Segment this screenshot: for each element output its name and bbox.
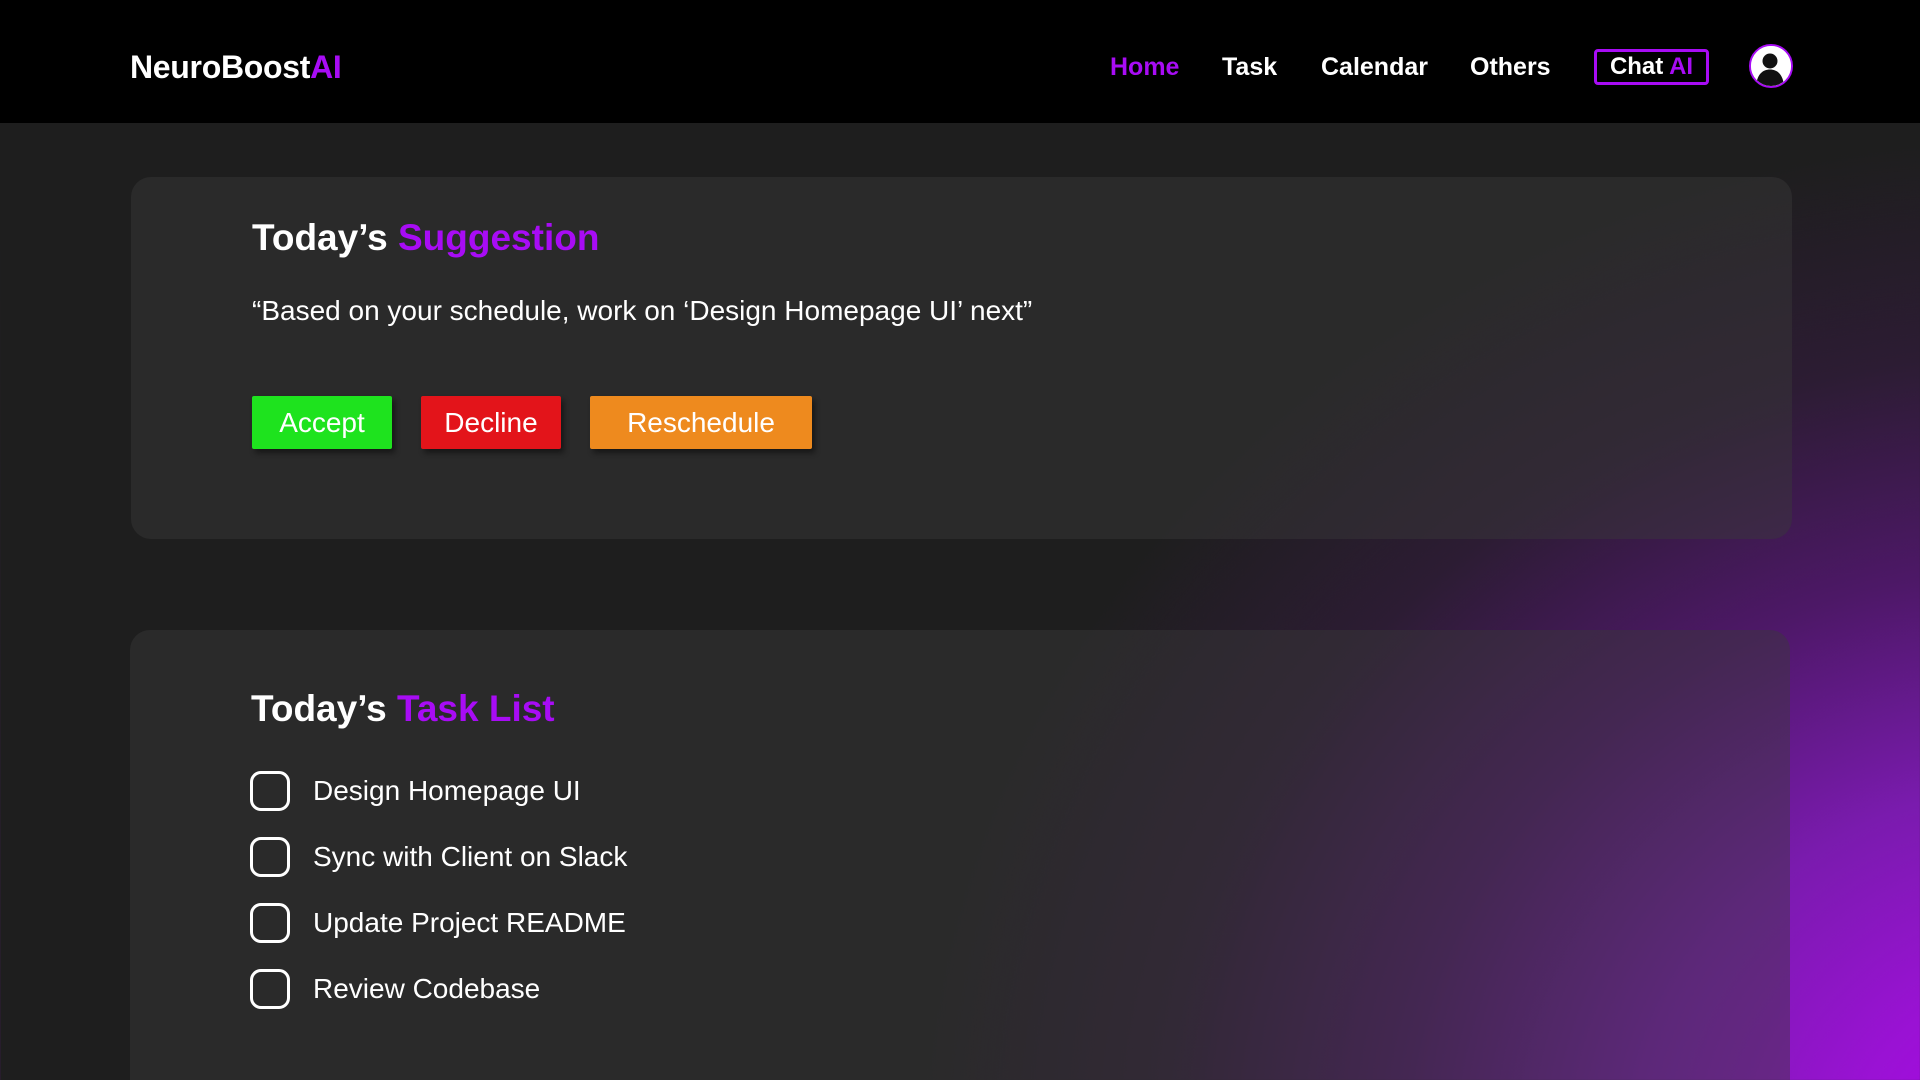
task-list-heading: Today’s Task List bbox=[251, 687, 555, 731]
accept-button[interactable]: Accept bbox=[252, 396, 392, 449]
nav-link-task[interactable]: Task bbox=[1222, 50, 1277, 84]
task-checkbox[interactable] bbox=[250, 771, 290, 811]
task-checkbox[interactable] bbox=[250, 837, 290, 877]
task-list-heading-main: Today’s bbox=[251, 688, 387, 729]
nav-link-home[interactable]: Home bbox=[1110, 50, 1179, 84]
reschedule-button[interactable]: Reschedule bbox=[590, 396, 812, 449]
task-list-heading-accent: Task List bbox=[396, 688, 555, 729]
top-navigation-bar: NeuroBoostAI Home Task Calendar Others C… bbox=[0, 0, 1920, 123]
suggestion-heading-accent: Suggestion bbox=[397, 217, 600, 258]
task-checkbox[interactable] bbox=[250, 903, 290, 943]
user-silhouette-icon bbox=[1751, 46, 1791, 86]
suggestion-heading: Today’s Suggestion bbox=[252, 216, 599, 260]
user-avatar-icon[interactable] bbox=[1749, 44, 1793, 88]
task-label: Sync with Client on Slack bbox=[313, 841, 628, 872]
task-label: Update Project README bbox=[313, 907, 626, 938]
task-label: Review Codebase bbox=[313, 973, 541, 1004]
logo-main-text: NeuroBoost bbox=[130, 49, 311, 85]
app-logo[interactable]: NeuroBoostAI bbox=[130, 48, 342, 86]
chat-ai-button[interactable]: Chat AI bbox=[1594, 49, 1709, 85]
task-checkbox[interactable] bbox=[250, 969, 290, 1009]
chat-button-label: Chat bbox=[1609, 53, 1664, 80]
suggestion-text: “Based on your schedule, work on ‘Design… bbox=[252, 295, 1033, 326]
task-label: Design Homepage UI bbox=[313, 775, 581, 806]
chat-button-accent: AI bbox=[1669, 53, 1694, 80]
suggestion-heading-main: Today’s bbox=[252, 217, 388, 258]
decline-button[interactable]: Decline bbox=[421, 396, 561, 449]
logo-accent-text: AI bbox=[310, 49, 342, 85]
nav-link-others[interactable]: Others bbox=[1470, 50, 1551, 84]
nav-link-calendar[interactable]: Calendar bbox=[1321, 50, 1428, 84]
